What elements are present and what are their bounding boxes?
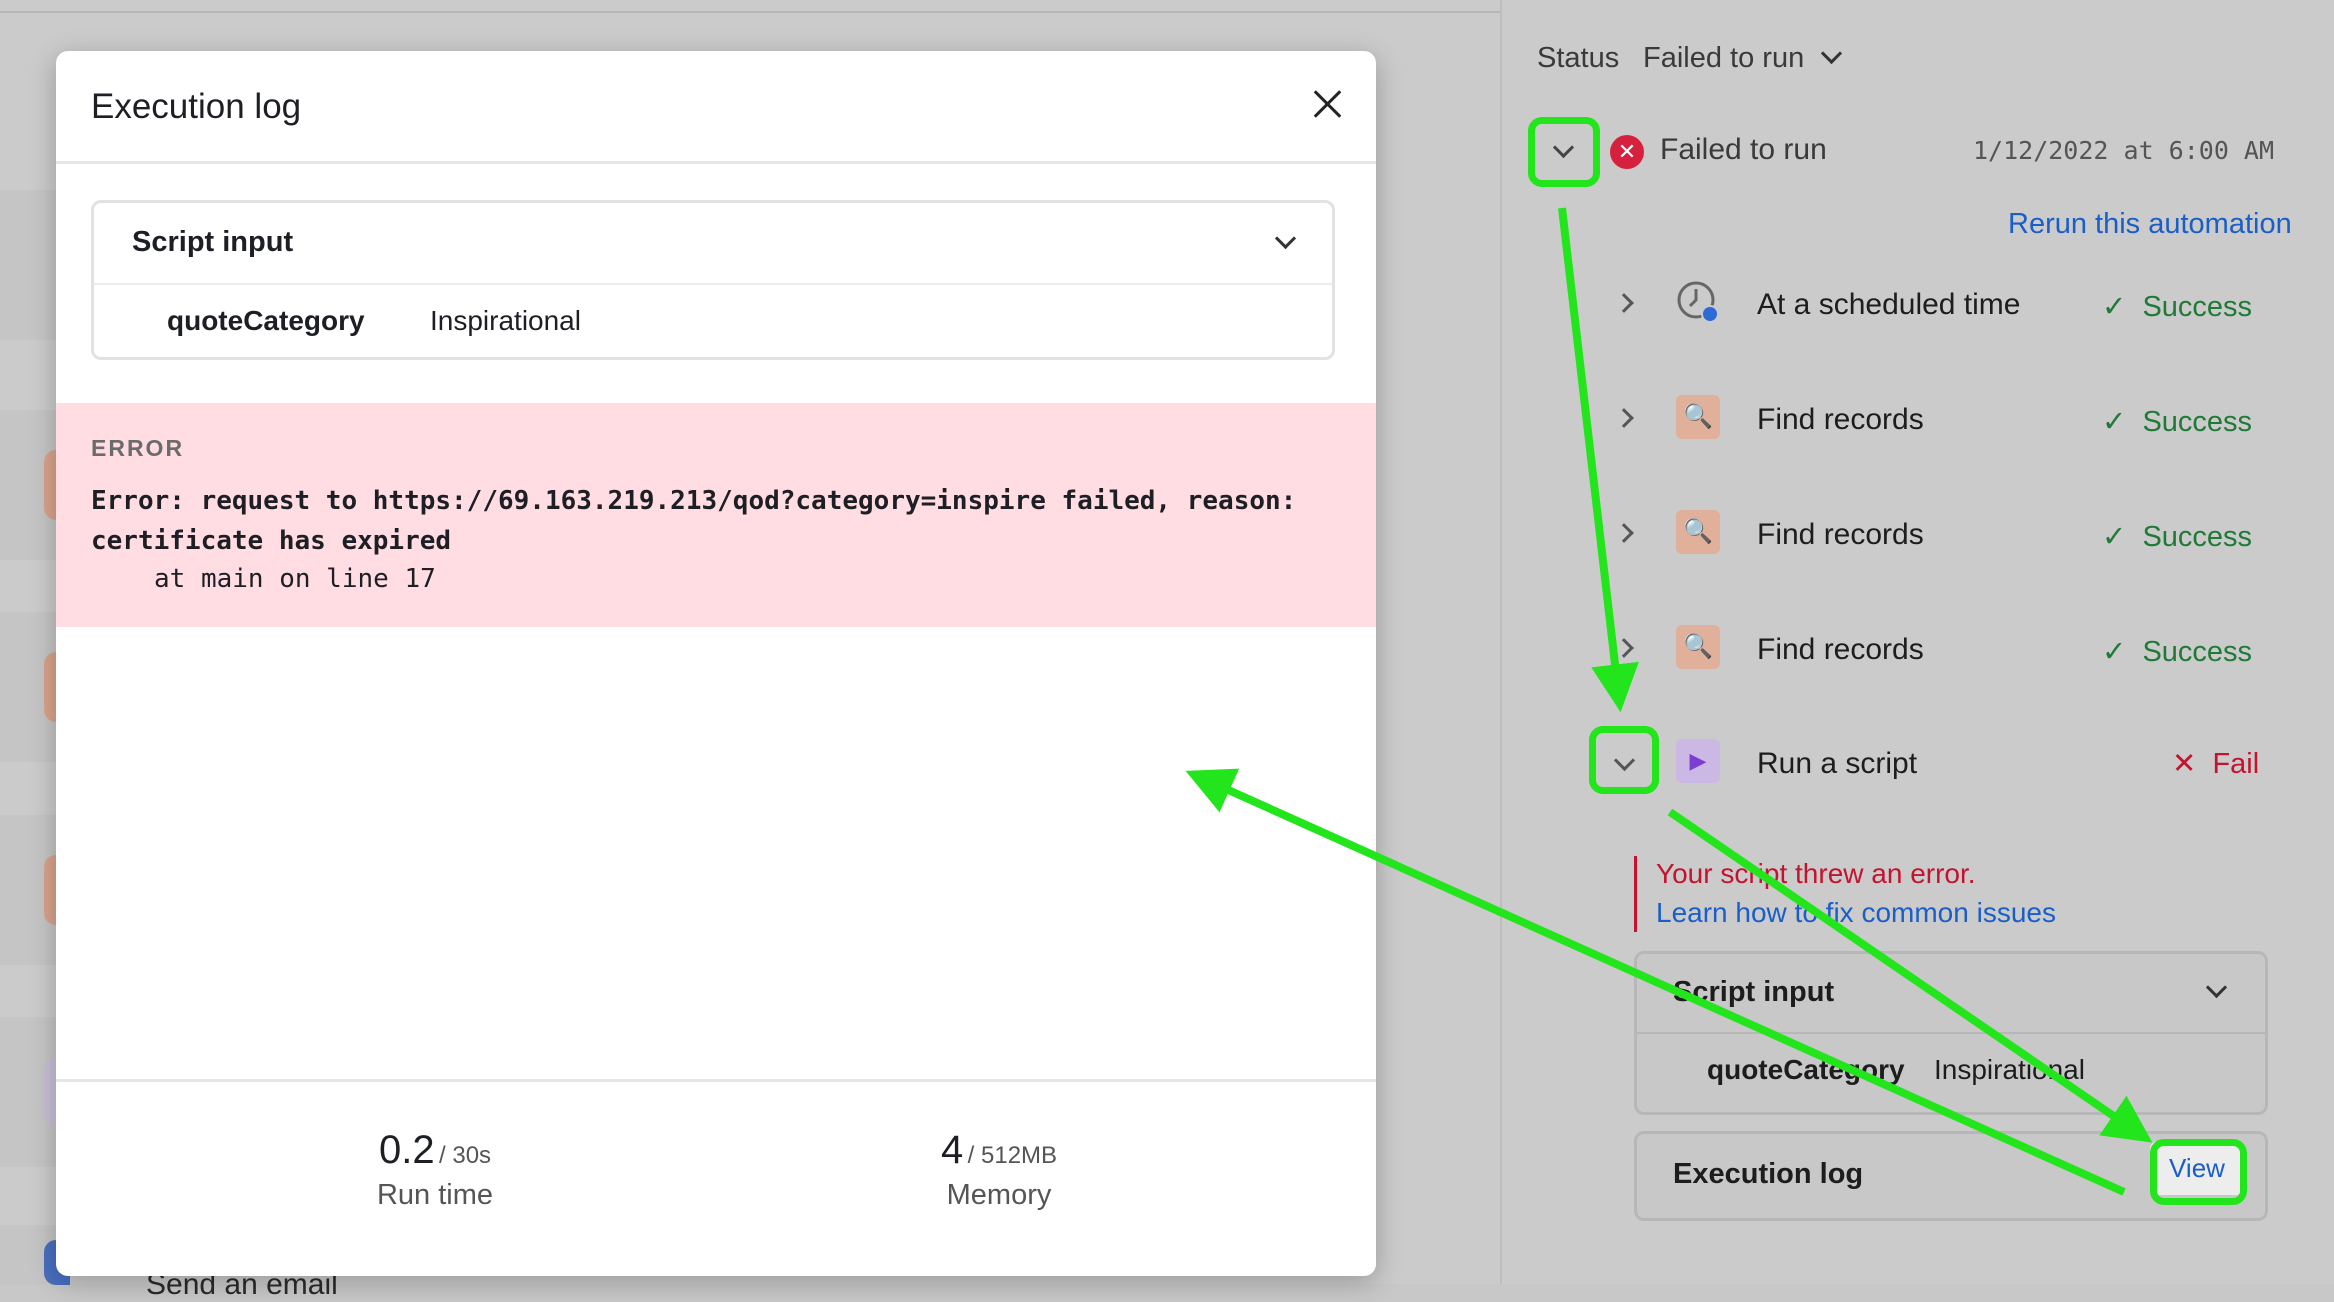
memory-label: Memory [946, 1179, 1052, 1211]
run-title: Failed to run [1660, 133, 1827, 166]
run-time-limit: / 30s [439, 1142, 492, 1169]
modal-footer: 0.2 / 30s Run time 4 / 512MB Memory [56, 1079, 1376, 1276]
status-filter[interactable]: Failed to run [1643, 42, 1843, 75]
chevron-down-icon [1821, 42, 1843, 65]
step-name: Find records [1757, 403, 1924, 436]
step-status: ✓ Success [2102, 291, 2253, 323]
modal-script-input: Script input quoteCategory Inspirational [91, 200, 1335, 360]
chevron-down-icon [1274, 227, 1297, 251]
error-trace: at main on line 17 [154, 564, 436, 594]
fix-issues-link[interactable]: Learn how to fix common issues [1656, 897, 2056, 929]
panel-script-input: Script input quoteCategory Inspirational [1634, 951, 2268, 1115]
run-time-value: 0.2 [378, 1128, 435, 1172]
chevron-down-icon [2205, 976, 2228, 1000]
check-icon: ✓ [2102, 636, 2127, 668]
step-status: ✓ Success [2102, 521, 2253, 553]
chevron-right-icon [1614, 638, 1634, 658]
check-icon: ✓ [2102, 406, 2127, 438]
rerun-automation-link[interactable]: Rerun this automation [2008, 208, 2292, 241]
status-filter-value: Failed to run [1643, 42, 1805, 74]
step-status: ✕ Fail [2172, 748, 2260, 780]
modal-script-input-title: Script input [132, 226, 294, 258]
step-expand-toggle[interactable] [1614, 293, 1634, 315]
panel-input-value: Inspirational [1934, 1054, 2085, 1085]
chevron-right-icon [1614, 408, 1634, 428]
memory-value: 4 [940, 1128, 964, 1172]
modal-script-input-header[interactable]: Script input [94, 203, 1332, 285]
panel-script-input-title: Script input [1673, 976, 1835, 1008]
error-accent-bar [1634, 856, 1637, 932]
failed-status-icon: ✕ [1610, 135, 1644, 169]
run-timestamp: 1/12/2022 at 6:00 AM [1973, 136, 2275, 165]
search-icon: 🔍 [1676, 395, 1720, 439]
chevron-right-icon [1614, 523, 1634, 543]
clock-icon [1676, 280, 1720, 324]
annotation-highlight [1528, 117, 1600, 187]
x-icon: ✕ [2172, 748, 2197, 780]
play-icon: ▶ [1676, 739, 1720, 783]
modal-input-value: Inspirational [430, 305, 581, 336]
panel-execution-log-title: Execution log [1673, 1158, 1864, 1190]
step-expand-toggle[interactable] [1614, 523, 1634, 545]
modal-header: Execution log [56, 51, 1376, 164]
step-name: At a scheduled time [1757, 288, 2021, 321]
step-name: Find records [1757, 518, 1924, 551]
panel-input-key: quoteCategory [1707, 1054, 1905, 1085]
step-expand-toggle[interactable] [1614, 638, 1634, 660]
error-message: Error: request to https://69.163.219.213… [91, 486, 1297, 556]
execution-log-modal: Execution log Script input quoteCategory… [56, 51, 1376, 1276]
error-block: ERROR Error: request to https://69.163.2… [56, 403, 1376, 627]
step-name: Find records [1757, 633, 1924, 666]
step-status: ✓ Success [2102, 636, 2253, 668]
annotation-highlight [2150, 1139, 2247, 1205]
error-label: ERROR [91, 435, 185, 461]
step-name: Run a script [1757, 747, 1918, 780]
step-expand-toggle[interactable] [1614, 408, 1634, 430]
panel-script-input-header[interactable]: Script input [1637, 954, 2265, 1034]
modal-input-key: quoteCategory [167, 305, 365, 336]
close-icon[interactable] [1304, 81, 1352, 129]
status-label: Status [1537, 42, 1620, 74]
check-icon: ✓ [2102, 291, 2127, 323]
script-error-message: Your script threw an error. [1656, 858, 1976, 889]
step-status: ✓ Success [2102, 406, 2253, 438]
chevron-right-icon [1614, 293, 1634, 313]
annotation-highlight [1589, 726, 1659, 794]
modal-title: Execution log [91, 87, 302, 126]
search-icon: 🔍 [1676, 510, 1720, 554]
check-icon: ✓ [2102, 521, 2127, 553]
run-time-label: Run time [376, 1179, 494, 1211]
memory-stat: 4 / 512MB Memory [839, 1128, 1159, 1212]
memory-limit: / 512MB [967, 1142, 1058, 1169]
search-icon: 🔍 [1676, 625, 1720, 669]
run-time-stat: 0.2 / 30s Run time [275, 1128, 595, 1212]
